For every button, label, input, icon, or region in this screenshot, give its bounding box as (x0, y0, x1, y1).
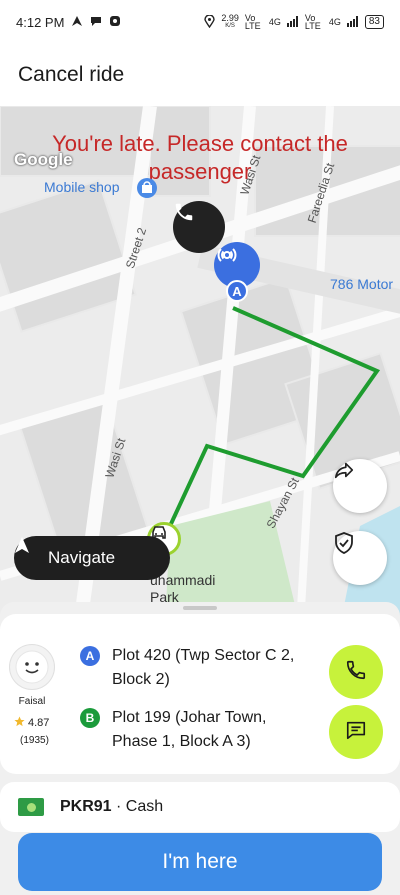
payment-row: PKR91 · Cash (0, 782, 400, 832)
ride-bottom-sheet: Faisal 4.87 (1935) A Plot 420 (Twp Secto… (0, 602, 400, 895)
battery-level: 83 (364, 15, 384, 29)
sim1-network: 4G (268, 17, 281, 27)
safety-button[interactable] (333, 531, 387, 585)
cash-icon (18, 798, 44, 816)
pickup-address: Plot 420 (Twp Sector C 2, Block 2) (112, 647, 295, 688)
rider-name: Faisal (18, 696, 46, 707)
network-speed: 2.99 K/S (221, 13, 239, 30)
signal-icon (286, 15, 299, 29)
google-logo: Google (14, 150, 73, 169)
dropoff-marker: B (80, 708, 100, 728)
pickup-marker: A (80, 646, 100, 666)
navigation-arrow-icon (71, 15, 83, 30)
navigate-label: Navigate (48, 548, 116, 567)
chat-bubble-icon (90, 15, 102, 30)
status-bar: 4:12 PM 2.99 K/S Vo LTE 4G Vo LTE 4G 83 (0, 0, 400, 44)
sheet-drag-handle[interactable] (183, 606, 217, 610)
rider-avatar (9, 644, 55, 690)
app-notification-icon (109, 15, 121, 30)
fare-amount: PKR91 (60, 798, 112, 815)
message-icon (345, 719, 367, 746)
signal-icon (346, 15, 359, 29)
im-here-button[interactable]: I'm here (18, 833, 382, 891)
pickup-badge: A (226, 280, 248, 302)
dropoff-address: Plot 199 (Johar Town, Phase 1, Block A 3… (112, 709, 267, 750)
ride-details-card: Faisal 4.87 (1935) A Plot 420 (Twp Secto… (0, 614, 400, 774)
call-rider-button[interactable] (329, 645, 383, 699)
cancel-ride-button[interactable]: Cancel ride (18, 63, 124, 87)
place-mobile-shop: Mobile shop (44, 179, 120, 195)
rider-rating: 4.87 (14, 716, 49, 730)
status-time: 4:12 PM (16, 14, 65, 30)
sim1-label: Vo LTE (244, 13, 261, 31)
message-rider-button[interactable] (329, 705, 383, 759)
rider-trip-count: (1935) (20, 735, 49, 746)
map-view[interactable]: You're late. Please contact the passenge… (0, 106, 400, 626)
sim2-network: 4G (328, 17, 341, 27)
sim2-label: Vo LTE (304, 13, 321, 31)
navigate-button[interactable]: Navigate (14, 536, 170, 580)
share-trip-button[interactable] (333, 459, 387, 513)
app-header: Cancel ride (0, 44, 400, 106)
place-786-motor: 786 Motor (330, 276, 394, 292)
pickup-stop: A Plot 420 (Twp Sector C 2, Block 2) (80, 644, 308, 692)
payment-method: · Cash (116, 798, 164, 815)
phone-icon (345, 659, 367, 686)
dropoff-stop: B Plot 199 (Johar Town, Phase 1, Block A… (80, 706, 308, 754)
location-icon (204, 13, 216, 30)
place-park: uhammadi Park (150, 572, 216, 605)
star-icon (14, 716, 25, 730)
pickup-pin: A (214, 242, 260, 308)
